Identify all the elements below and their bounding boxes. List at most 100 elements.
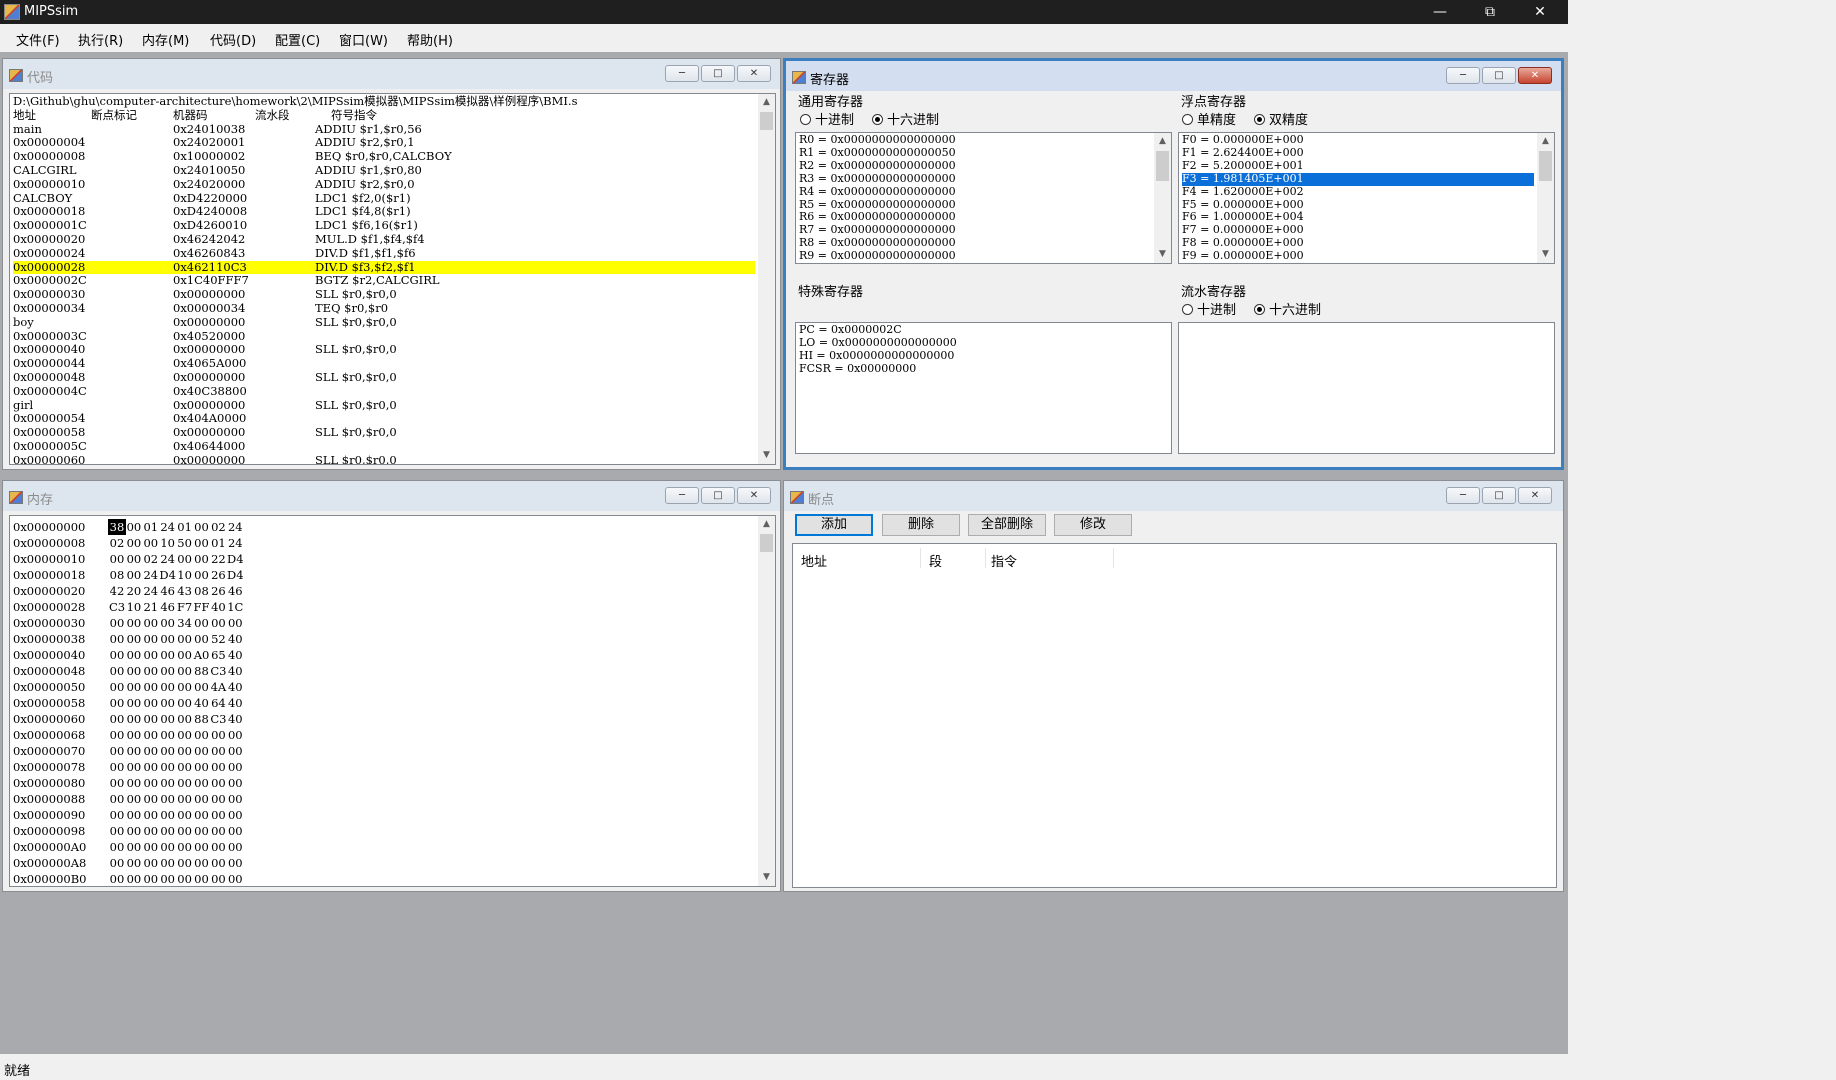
delete-breakpoint-button[interactable]: 删除 (882, 514, 960, 536)
memory-byte[interactable]: 00 (142, 535, 160, 551)
scroll-thumb[interactable] (760, 112, 773, 130)
gpr-scrollbar[interactable]: ▲ ▼ (1154, 133, 1171, 263)
memory-byte[interactable]: 43 (176, 583, 194, 599)
memory-byte[interactable]: 00 (226, 807, 244, 823)
memory-byte[interactable]: 00 (159, 839, 177, 855)
fpr-radio-double[interactable]: 双精度 (1254, 109, 1308, 128)
memory-byte[interactable]: 00 (108, 759, 126, 775)
memory-byte[interactable]: 00 (226, 727, 244, 743)
memory-byte[interactable]: 00 (209, 807, 227, 823)
memory-byte[interactable]: 01 (209, 535, 227, 551)
memory-byte[interactable]: 00 (209, 855, 227, 871)
gpr-radio-hex[interactable]: 十六进制 (872, 109, 939, 128)
memory-byte[interactable]: 00 (142, 855, 160, 871)
memory-byte[interactable]: 00 (142, 679, 160, 695)
memory-byte[interactable]: 00 (125, 839, 143, 855)
memory-byte[interactable]: 00 (142, 775, 160, 791)
memory-byte[interactable]: 02 (108, 535, 126, 551)
memory-byte[interactable]: 00 (125, 647, 143, 663)
fpr-row[interactable]: F2 = 5.200000E+001 (1182, 159, 1534, 173)
memory-byte[interactable]: 1C (226, 599, 244, 615)
memory-byte[interactable]: 24 (226, 535, 244, 551)
memory-byte[interactable]: 00 (125, 823, 143, 839)
memory-byte[interactable]: 00 (176, 807, 194, 823)
menu-memory[interactable]: 内存(M) (142, 30, 189, 49)
code-row[interactable]: 0x00000034 0x00000034 TEQ $r0,$r0 (13, 301, 755, 316)
memory-byte[interactable]: D4 (226, 567, 244, 583)
memory-byte[interactable]: 42 (108, 583, 126, 599)
memory-byte[interactable]: 00 (193, 535, 211, 551)
memory-byte[interactable]: 00 (159, 695, 177, 711)
memory-byte[interactable]: 00 (108, 855, 126, 871)
memory-byte[interactable]: 00 (125, 615, 143, 631)
memory-byte[interactable]: 40 (209, 599, 227, 615)
close-icon[interactable]: ✕ (737, 65, 771, 82)
memory-byte[interactable]: 00 (176, 759, 194, 775)
memory-byte[interactable]: 24 (226, 519, 244, 535)
memory-byte[interactable]: 00 (125, 679, 143, 695)
code-row[interactable]: main 0x24010038 ADDIU $r1,$r0,56 (13, 122, 755, 137)
memory-byte[interactable]: 00 (125, 743, 143, 759)
add-breakpoint-button[interactable]: 添加 (795, 514, 873, 536)
memory-byte[interactable]: 00 (209, 615, 227, 631)
memory-byte[interactable]: 46 (159, 583, 177, 599)
memory-byte[interactable]: 24 (142, 583, 160, 599)
fpr-row[interactable]: F0 = 0.000000E+000 (1182, 133, 1534, 147)
memory-byte[interactable]: 00 (142, 823, 160, 839)
code-row[interactable]: 0x00000020 0x46242042 MUL.D $f1,$f4,$f4 (13, 232, 755, 247)
memory-byte[interactable]: 00 (142, 807, 160, 823)
memory-byte[interactable]: 00 (193, 743, 211, 759)
memory-byte[interactable]: 00 (176, 711, 194, 727)
memory-byte[interactable]: 22 (209, 551, 227, 567)
memory-byte[interactable]: 00 (226, 823, 244, 839)
memory-byte[interactable]: 40 (226, 711, 244, 727)
minimize-icon[interactable]: ─ (665, 65, 699, 82)
memory-byte[interactable]: 00 (176, 695, 194, 711)
memory-byte[interactable]: 00 (193, 775, 211, 791)
memory-byte[interactable]: 00 (176, 551, 194, 567)
memory-byte[interactable]: 00 (159, 727, 177, 743)
memory-byte[interactable]: 00 (142, 711, 160, 727)
memory-byte[interactable]: 00 (226, 871, 244, 886)
memory-byte[interactable]: 00 (159, 807, 177, 823)
chevron-down-icon[interactable]: ▼ (1537, 246, 1554, 263)
memory-byte[interactable]: 00 (193, 567, 211, 583)
memory-byte[interactable]: 00 (108, 775, 126, 791)
code-row[interactable]: 0x0000003C 0x40520000 (13, 329, 755, 344)
code-row[interactable]: 0x0000005C 0x40644000 (13, 439, 755, 454)
memory-byte[interactable]: 00 (176, 679, 194, 695)
memory-byte[interactable]: 00 (176, 631, 194, 647)
memory-byte[interactable]: 00 (159, 647, 177, 663)
memory-byte[interactable]: 00 (159, 711, 177, 727)
pipeline-radio-hex[interactable]: 十六进制 (1254, 299, 1321, 318)
memory-byte[interactable]: 00 (176, 839, 194, 855)
column-address[interactable]: 地址 (801, 551, 827, 570)
memory-byte[interactable]: 00 (125, 855, 143, 871)
modify-breakpoint-button[interactable]: 修改 (1054, 514, 1132, 536)
column-divider[interactable] (920, 548, 921, 568)
memory-byte[interactable]: 02 (142, 551, 160, 567)
breakpoint-list[interactable]: 地址 段 指令 (792, 543, 1557, 888)
minimize-icon[interactable]: ─ (665, 487, 699, 504)
code-row[interactable]: 0x0000004C 0x40C38800 (13, 384, 755, 399)
memory-byte[interactable]: 00 (108, 823, 126, 839)
memory-byte[interactable]: 00 (108, 839, 126, 855)
code-row[interactable]: 0x00000010 0x24020000 ADDIU $r2,$r0,0 (13, 177, 755, 192)
delete-all-breakpoints-button[interactable]: 全部删除 (968, 514, 1046, 536)
memory-byte[interactable]: C3 (209, 711, 227, 727)
code-row[interactable]: 0x00000040 0x00000000 SLL $r0,$r0,0 (13, 343, 755, 357)
window-restore-button[interactable]: ⧉ (1466, 0, 1514, 24)
memory-byte[interactable]: 01 (142, 519, 160, 535)
code-row[interactable]: 0x00000030 0x00000000 SLL $r0,$r0,0 (13, 287, 755, 302)
maximize-icon[interactable]: □ (701, 65, 735, 82)
code-row[interactable]: 0x00000018 0xD4240008 LDC1 $f4,8($r1) (13, 205, 755, 219)
maximize-icon[interactable]: □ (701, 487, 735, 504)
memory-byte[interactable]: 4A (209, 679, 227, 695)
column-instruction[interactable]: 指令 (991, 551, 1017, 570)
memory-byte[interactable]: 00 (226, 839, 244, 855)
memory-byte[interactable]: 00 (159, 679, 177, 695)
menu-config[interactable]: 配置(C) (275, 30, 320, 49)
gpr-row[interactable]: R9 = 0x0000000000000000 (799, 249, 1151, 263)
memory-byte[interactable]: 10 (125, 599, 143, 615)
memory-byte[interactable]: 00 (125, 807, 143, 823)
